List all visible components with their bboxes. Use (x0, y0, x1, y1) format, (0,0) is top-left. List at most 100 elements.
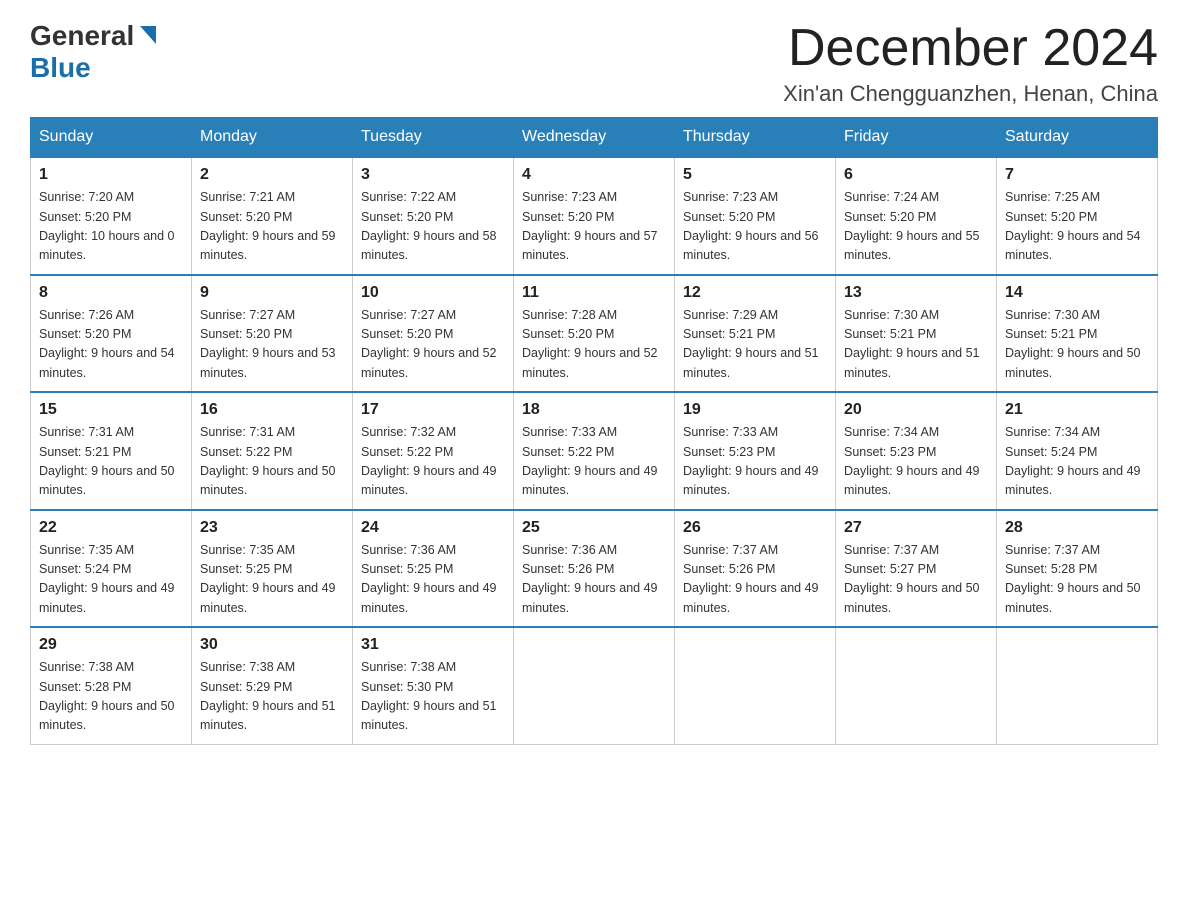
day-info: Sunrise: 7:31 AMSunset: 5:22 PMDaylight:… (200, 425, 336, 497)
calendar-week-row: 15 Sunrise: 7:31 AMSunset: 5:21 PMDaylig… (31, 392, 1158, 510)
day-info: Sunrise: 7:36 AMSunset: 5:26 PMDaylight:… (522, 543, 658, 615)
day-number: 18 (522, 401, 666, 419)
calendar-cell: 1 Sunrise: 7:20 AMSunset: 5:20 PMDayligh… (31, 157, 192, 275)
day-info: Sunrise: 7:27 AMSunset: 5:20 PMDaylight:… (200, 308, 336, 380)
day-info: Sunrise: 7:35 AMSunset: 5:25 PMDaylight:… (200, 543, 336, 615)
day-number: 13 (844, 284, 988, 302)
calendar-cell: 13 Sunrise: 7:30 AMSunset: 5:21 PMDaylig… (836, 275, 997, 393)
calendar-cell: 5 Sunrise: 7:23 AMSunset: 5:20 PMDayligh… (675, 157, 836, 275)
day-info: Sunrise: 7:30 AMSunset: 5:21 PMDaylight:… (1005, 308, 1141, 380)
logo-triangle-icon (138, 26, 156, 49)
day-info: Sunrise: 7:37 AMSunset: 5:27 PMDaylight:… (844, 543, 980, 615)
day-number: 29 (39, 636, 183, 654)
calendar-cell: 21 Sunrise: 7:34 AMSunset: 5:24 PMDaylig… (997, 392, 1158, 510)
day-info: Sunrise: 7:38 AMSunset: 5:30 PMDaylight:… (361, 660, 497, 732)
day-number: 19 (683, 401, 827, 419)
day-number: 3 (361, 166, 505, 184)
day-info: Sunrise: 7:33 AMSunset: 5:22 PMDaylight:… (522, 425, 658, 497)
day-info: Sunrise: 7:32 AMSunset: 5:22 PMDaylight:… (361, 425, 497, 497)
calendar-cell (514, 627, 675, 744)
logo: General Blue (30, 20, 156, 84)
day-info: Sunrise: 7:29 AMSunset: 5:21 PMDaylight:… (683, 308, 819, 380)
calendar-cell: 20 Sunrise: 7:34 AMSunset: 5:23 PMDaylig… (836, 392, 997, 510)
day-number: 12 (683, 284, 827, 302)
day-number: 2 (200, 166, 344, 184)
calendar-cell: 27 Sunrise: 7:37 AMSunset: 5:27 PMDaylig… (836, 510, 997, 628)
day-number: 27 (844, 519, 988, 537)
col-monday: Monday (192, 118, 353, 158)
calendar-cell: 4 Sunrise: 7:23 AMSunset: 5:20 PMDayligh… (514, 157, 675, 275)
calendar-cell: 31 Sunrise: 7:38 AMSunset: 5:30 PMDaylig… (353, 627, 514, 744)
calendar-cell: 7 Sunrise: 7:25 AMSunset: 5:20 PMDayligh… (997, 157, 1158, 275)
calendar-cell: 26 Sunrise: 7:37 AMSunset: 5:26 PMDaylig… (675, 510, 836, 628)
day-info: Sunrise: 7:37 AMSunset: 5:28 PMDaylight:… (1005, 543, 1141, 615)
day-number: 24 (361, 519, 505, 537)
day-number: 20 (844, 401, 988, 419)
day-number: 21 (1005, 401, 1149, 419)
day-info: Sunrise: 7:27 AMSunset: 5:20 PMDaylight:… (361, 308, 497, 380)
calendar-cell (675, 627, 836, 744)
calendar-cell: 8 Sunrise: 7:26 AMSunset: 5:20 PMDayligh… (31, 275, 192, 393)
day-number: 5 (683, 166, 827, 184)
calendar-cell: 6 Sunrise: 7:24 AMSunset: 5:20 PMDayligh… (836, 157, 997, 275)
calendar-cell: 9 Sunrise: 7:27 AMSunset: 5:20 PMDayligh… (192, 275, 353, 393)
day-info: Sunrise: 7:26 AMSunset: 5:20 PMDaylight:… (39, 308, 175, 380)
col-sunday: Sunday (31, 118, 192, 158)
day-number: 10 (361, 284, 505, 302)
calendar-cell: 18 Sunrise: 7:33 AMSunset: 5:22 PMDaylig… (514, 392, 675, 510)
day-number: 4 (522, 166, 666, 184)
day-info: Sunrise: 7:22 AMSunset: 5:20 PMDaylight:… (361, 190, 497, 262)
calendar-header-row: Sunday Monday Tuesday Wednesday Thursday… (31, 118, 1158, 158)
calendar-cell: 15 Sunrise: 7:31 AMSunset: 5:21 PMDaylig… (31, 392, 192, 510)
col-friday: Friday (836, 118, 997, 158)
logo-general-text: General (30, 20, 134, 52)
calendar-cell: 16 Sunrise: 7:31 AMSunset: 5:22 PMDaylig… (192, 392, 353, 510)
calendar-cell: 3 Sunrise: 7:22 AMSunset: 5:20 PMDayligh… (353, 157, 514, 275)
day-number: 8 (39, 284, 183, 302)
day-info: Sunrise: 7:35 AMSunset: 5:24 PMDaylight:… (39, 543, 175, 615)
calendar-cell: 2 Sunrise: 7:21 AMSunset: 5:20 PMDayligh… (192, 157, 353, 275)
calendar-cell: 23 Sunrise: 7:35 AMSunset: 5:25 PMDaylig… (192, 510, 353, 628)
title-block: December 2024 Xin'an Chengguanzhen, Hena… (783, 20, 1158, 107)
day-info: Sunrise: 7:38 AMSunset: 5:29 PMDaylight:… (200, 660, 336, 732)
calendar-cell: 29 Sunrise: 7:38 AMSunset: 5:28 PMDaylig… (31, 627, 192, 744)
day-number: 26 (683, 519, 827, 537)
calendar-cell: 19 Sunrise: 7:33 AMSunset: 5:23 PMDaylig… (675, 392, 836, 510)
day-number: 11 (522, 284, 666, 302)
day-number: 14 (1005, 284, 1149, 302)
calendar-cell (836, 627, 997, 744)
day-info: Sunrise: 7:21 AMSunset: 5:20 PMDaylight:… (200, 190, 336, 262)
calendar-cell: 28 Sunrise: 7:37 AMSunset: 5:28 PMDaylig… (997, 510, 1158, 628)
page-header: General Blue December 2024 Xin'an Chengg… (30, 20, 1158, 107)
day-number: 9 (200, 284, 344, 302)
day-info: Sunrise: 7:31 AMSunset: 5:21 PMDaylight:… (39, 425, 175, 497)
day-number: 17 (361, 401, 505, 419)
calendar-week-row: 29 Sunrise: 7:38 AMSunset: 5:28 PMDaylig… (31, 627, 1158, 744)
day-info: Sunrise: 7:33 AMSunset: 5:23 PMDaylight:… (683, 425, 819, 497)
calendar-cell: 10 Sunrise: 7:27 AMSunset: 5:20 PMDaylig… (353, 275, 514, 393)
day-number: 1 (39, 166, 183, 184)
day-info: Sunrise: 7:38 AMSunset: 5:28 PMDaylight:… (39, 660, 175, 732)
day-info: Sunrise: 7:23 AMSunset: 5:20 PMDaylight:… (522, 190, 658, 262)
day-info: Sunrise: 7:20 AMSunset: 5:20 PMDaylight:… (39, 190, 175, 262)
calendar-cell: 24 Sunrise: 7:36 AMSunset: 5:25 PMDaylig… (353, 510, 514, 628)
calendar-cell: 12 Sunrise: 7:29 AMSunset: 5:21 PMDaylig… (675, 275, 836, 393)
day-info: Sunrise: 7:37 AMSunset: 5:26 PMDaylight:… (683, 543, 819, 615)
day-number: 7 (1005, 166, 1149, 184)
calendar-cell: 11 Sunrise: 7:28 AMSunset: 5:20 PMDaylig… (514, 275, 675, 393)
col-tuesday: Tuesday (353, 118, 514, 158)
day-info: Sunrise: 7:34 AMSunset: 5:24 PMDaylight:… (1005, 425, 1141, 497)
day-number: 6 (844, 166, 988, 184)
day-info: Sunrise: 7:34 AMSunset: 5:23 PMDaylight:… (844, 425, 980, 497)
calendar-cell: 14 Sunrise: 7:30 AMSunset: 5:21 PMDaylig… (997, 275, 1158, 393)
day-number: 25 (522, 519, 666, 537)
day-info: Sunrise: 7:23 AMSunset: 5:20 PMDaylight:… (683, 190, 819, 262)
day-info: Sunrise: 7:25 AMSunset: 5:20 PMDaylight:… (1005, 190, 1141, 262)
day-number: 22 (39, 519, 183, 537)
calendar-week-row: 1 Sunrise: 7:20 AMSunset: 5:20 PMDayligh… (31, 157, 1158, 275)
calendar-cell: 30 Sunrise: 7:38 AMSunset: 5:29 PMDaylig… (192, 627, 353, 744)
location-subtitle: Xin'an Chengguanzhen, Henan, China (783, 81, 1158, 107)
calendar-cell: 22 Sunrise: 7:35 AMSunset: 5:24 PMDaylig… (31, 510, 192, 628)
calendar-week-row: 22 Sunrise: 7:35 AMSunset: 5:24 PMDaylig… (31, 510, 1158, 628)
month-year-title: December 2024 (783, 20, 1158, 77)
